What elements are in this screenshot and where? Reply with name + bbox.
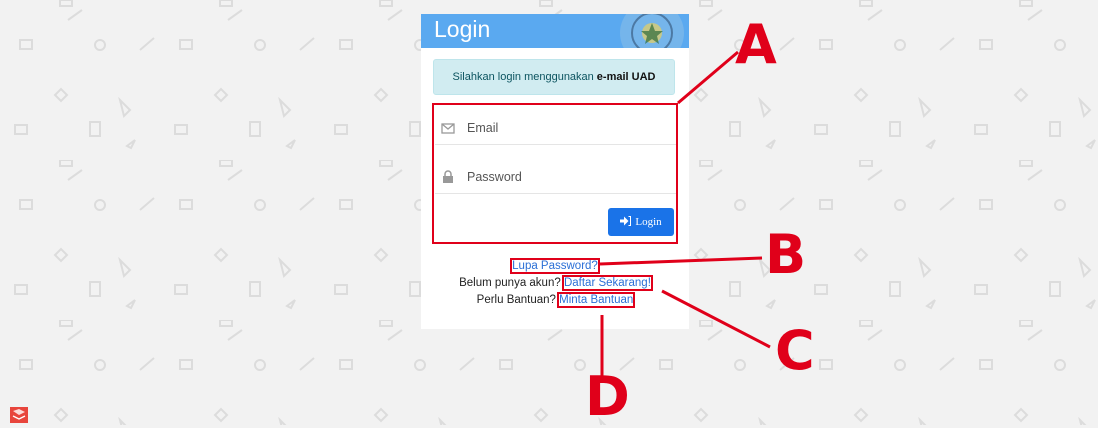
login-links: Lupa Password? Belum punya akun? Daftar … <box>421 258 689 309</box>
info-text: Silahkan login menggunakan <box>452 71 594 83</box>
annotation-box-a <box>432 103 678 244</box>
help-link[interactable]: Minta Bantuan <box>557 292 636 308</box>
card-header: Login <box>421 14 689 48</box>
university-logo <box>620 14 684 48</box>
no-account-text: Belum punya akun? <box>459 277 561 289</box>
annotation-c: C <box>775 319 815 382</box>
app-corner-icon[interactable] <box>10 407 28 423</box>
forgot-password-link[interactable]: Lupa Password? <box>510 258 600 274</box>
info-bold-text: e-mail UAD <box>596 71 656 83</box>
annotation-a: A <box>735 13 777 76</box>
login-title: Login <box>434 16 491 42</box>
annotation-d: D <box>585 365 630 428</box>
register-link[interactable]: Daftar Sekarang! <box>561 275 653 291</box>
need-help-text: Perlu Bantuan? <box>476 294 556 306</box>
annotation-b: B <box>765 223 807 286</box>
login-info-alert: Silahkan login menggunakan e-mail UAD <box>433 59 675 95</box>
